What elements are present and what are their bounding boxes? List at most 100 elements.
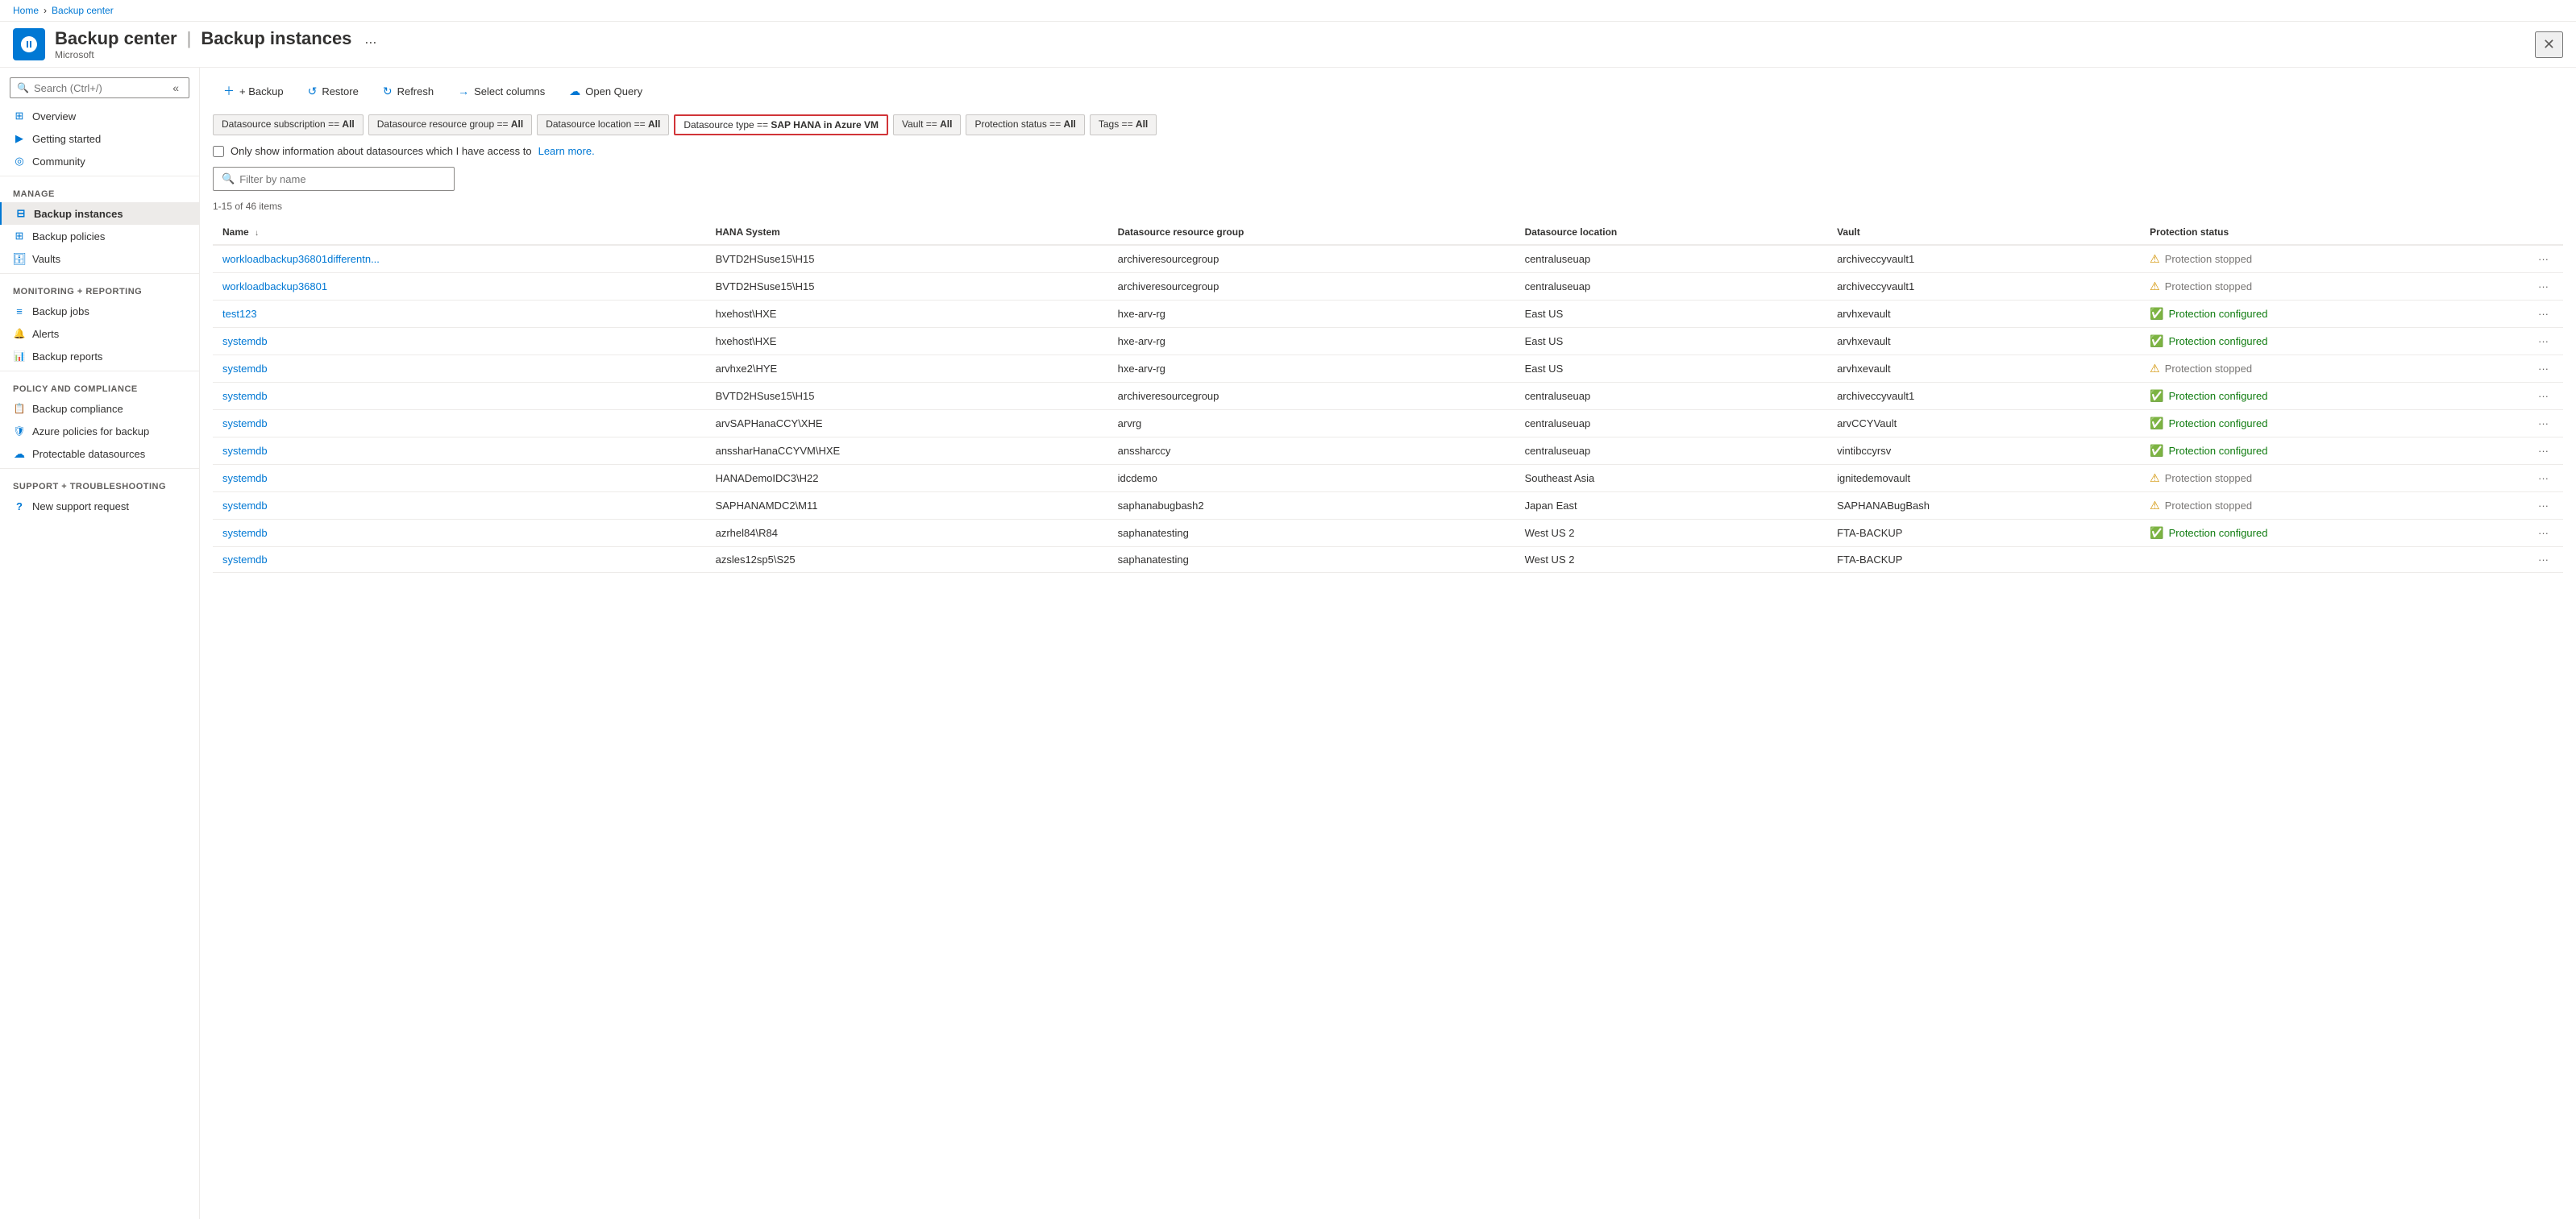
header-more-button[interactable]: ... — [364, 31, 376, 48]
main-layout: 🔍 « Overview Getting started Community M… — [0, 68, 2576, 1219]
table-row[interactable]: workloadbackup36801differentn... BVTD2HS… — [213, 245, 2563, 273]
table-row[interactable]: systemdb hxehost\HXE hxe-arv-rg East US … — [213, 328, 2563, 355]
sidebar-search-container[interactable]: 🔍 « — [10, 77, 189, 98]
learn-more-link[interactable]: Learn more. — [538, 145, 595, 157]
backup-reports-icon — [13, 350, 26, 363]
col-header-hana-system[interactable]: HANA System — [706, 220, 1108, 245]
table-row[interactable]: systemdb azsles12sp5\S25 saphanatesting … — [213, 547, 2563, 573]
sidebar-item-community[interactable]: Community — [0, 150, 199, 172]
filter-type[interactable]: Datasource type == SAP HANA in Azure VM — [674, 114, 888, 135]
table-row[interactable]: test123 hxehost\HXE hxe-arv-rg East US a… — [213, 301, 2563, 328]
restore-icon: ↺ — [308, 85, 318, 98]
cell-name: systemdb — [213, 355, 706, 383]
table-row[interactable]: workloadbackup36801 BVTD2HSuse15\H15 arc… — [213, 273, 2563, 301]
filter-resource-group[interactable]: Datasource resource group == All — [368, 114, 532, 135]
cell-resource-group: anssharccy — [1108, 437, 1515, 465]
toolbar: ＋ + Backup ↺ Restore ↻ Refresh → Select … — [213, 77, 2563, 105]
filter-location[interactable]: Datasource location == All — [537, 114, 669, 135]
cell-hana-system: BVTD2HSuse15\H15 — [706, 245, 1108, 273]
cell-vault: archiveccyvault1 — [1827, 383, 2140, 410]
col-header-name[interactable]: Name ↓ — [213, 220, 706, 245]
cell-actions: ··· — [2524, 410, 2563, 437]
col-header-protection-status[interactable]: Protection status — [2140, 220, 2524, 245]
filter-vault[interactable]: Vault == All — [893, 114, 962, 135]
azure-policies-icon — [13, 425, 26, 437]
cell-actions: ··· — [2524, 437, 2563, 465]
backup-button[interactable]: ＋ + Backup — [213, 77, 294, 105]
table-row[interactable]: systemdb arvSAPHanaCCY\XHE arvrg central… — [213, 410, 2563, 437]
support-section-label: Support + troubleshooting — [0, 472, 199, 495]
collapse-button[interactable]: « — [169, 81, 182, 94]
row-more-button[interactable]: ··· — [2533, 361, 2553, 376]
row-more-button[interactable]: ··· — [2533, 251, 2553, 267]
cell-hana-system: HANADemoIDC3\H22 — [706, 465, 1108, 492]
check-icon: ✅ — [2150, 307, 2163, 321]
row-more-button[interactable]: ··· — [2533, 306, 2553, 321]
row-more-button[interactable]: ··· — [2533, 279, 2553, 294]
restore-button[interactable]: ↺ Restore — [297, 79, 369, 104]
check-icon: ✅ — [2150, 444, 2163, 458]
close-button[interactable]: ✕ — [2535, 31, 2563, 58]
cell-resource-group: archiveresourcegroup — [1108, 383, 1515, 410]
filter-input-row: 🔍 — [213, 167, 2563, 191]
sidebar-item-new-support[interactable]: New support request — [0, 495, 199, 517]
table-row[interactable]: systemdb SAPHANAMDC2\M11 saphanabugbash2… — [213, 492, 2563, 520]
sidebar-item-protectable[interactable]: Protectable datasources — [0, 442, 199, 465]
cell-name: test123 — [213, 301, 706, 328]
backup-icon: ＋ — [223, 83, 235, 99]
row-more-button[interactable]: ··· — [2533, 525, 2553, 541]
table-row[interactable]: systemdb anssharHanaCCYVM\HXE anssharccy… — [213, 437, 2563, 465]
access-checkbox[interactable] — [213, 146, 224, 157]
row-more-button[interactable]: ··· — [2533, 552, 2553, 567]
table-row[interactable]: systemdb azrhel84\R84 saphanatesting Wes… — [213, 520, 2563, 547]
table-row[interactable]: systemdb BVTD2HSuse15\H15 archiveresourc… — [213, 383, 2563, 410]
cell-resource-group: arvrg — [1108, 410, 1515, 437]
sidebar-item-backup-jobs[interactable]: Backup jobs — [0, 300, 199, 322]
open-query-button[interactable]: ☁ Open Query — [559, 79, 653, 104]
open-query-icon: ☁ — [569, 85, 580, 98]
search-input[interactable] — [34, 82, 164, 94]
check-icon: ✅ — [2150, 417, 2163, 430]
table-row[interactable]: systemdb HANADemoIDC3\H22 idcdemo Southe… — [213, 465, 2563, 492]
status-badge: ✅Protection configured — [2150, 389, 2514, 403]
sidebar-item-backup-reports[interactable]: Backup reports — [0, 345, 199, 367]
col-header-vault[interactable]: Vault — [1827, 220, 2140, 245]
sidebar-label-backup-compliance: Backup compliance — [32, 403, 123, 415]
table-row[interactable]: systemdb arvhxe2\HYE hxe-arv-rg East US … — [213, 355, 2563, 383]
filter-tags[interactable]: Tags == All — [1090, 114, 1157, 135]
cell-hana-system: azrhel84\R84 — [706, 520, 1108, 547]
row-more-button[interactable]: ··· — [2533, 388, 2553, 404]
sidebar-item-alerts[interactable]: Alerts — [0, 322, 199, 345]
sidebar-item-getting-started[interactable]: Getting started — [0, 127, 199, 150]
sidebar-item-overview[interactable]: Overview — [0, 105, 199, 127]
select-columns-button[interactable]: → Select columns — [447, 79, 555, 103]
row-more-button[interactable]: ··· — [2533, 443, 2553, 458]
cell-name: workloadbackup36801 — [213, 273, 706, 301]
filter-protection-status[interactable]: Protection status == All — [966, 114, 1084, 135]
filter-subscription[interactable]: Datasource subscription == All — [213, 114, 364, 135]
divider-monitoring — [0, 273, 199, 274]
row-more-button[interactable]: ··· — [2533, 416, 2553, 431]
filter-by-name-input[interactable] — [239, 173, 446, 185]
status-badge: ⚠Protection stopped — [2150, 471, 2514, 485]
sidebar-item-backup-instances[interactable]: Backup instances — [0, 202, 199, 225]
cell-resource-group: hxe-arv-rg — [1108, 355, 1515, 383]
col-header-resource-group[interactable]: Datasource resource group — [1108, 220, 1515, 245]
cell-hana-system: BVTD2HSuse15\H15 — [706, 273, 1108, 301]
row-more-button[interactable]: ··· — [2533, 498, 2553, 513]
cell-protection-status: ✅Protection configured — [2140, 328, 2524, 355]
breadcrumb-current[interactable]: Backup center — [52, 5, 114, 16]
sidebar-item-backup-policies[interactable]: Backup policies — [0, 225, 199, 247]
row-more-button[interactable]: ··· — [2533, 471, 2553, 486]
sidebar-item-azure-policies[interactable]: Azure policies for backup — [0, 420, 199, 442]
cell-protection-status: ⚠Protection stopped — [2140, 492, 2524, 520]
refresh-button[interactable]: ↻ Refresh — [372, 79, 444, 104]
cell-vault: vintibccyrsv — [1827, 437, 2140, 465]
col-header-location[interactable]: Datasource location — [1515, 220, 1828, 245]
sidebar-item-backup-compliance[interactable]: Backup compliance — [0, 397, 199, 420]
sidebar-item-vaults[interactable]: Vaults — [0, 247, 199, 270]
cell-vault: archiveccyvault1 — [1827, 273, 2140, 301]
filter-input-container[interactable]: 🔍 — [213, 167, 455, 191]
row-more-button[interactable]: ··· — [2533, 334, 2553, 349]
breadcrumb-home[interactable]: Home — [13, 5, 39, 16]
